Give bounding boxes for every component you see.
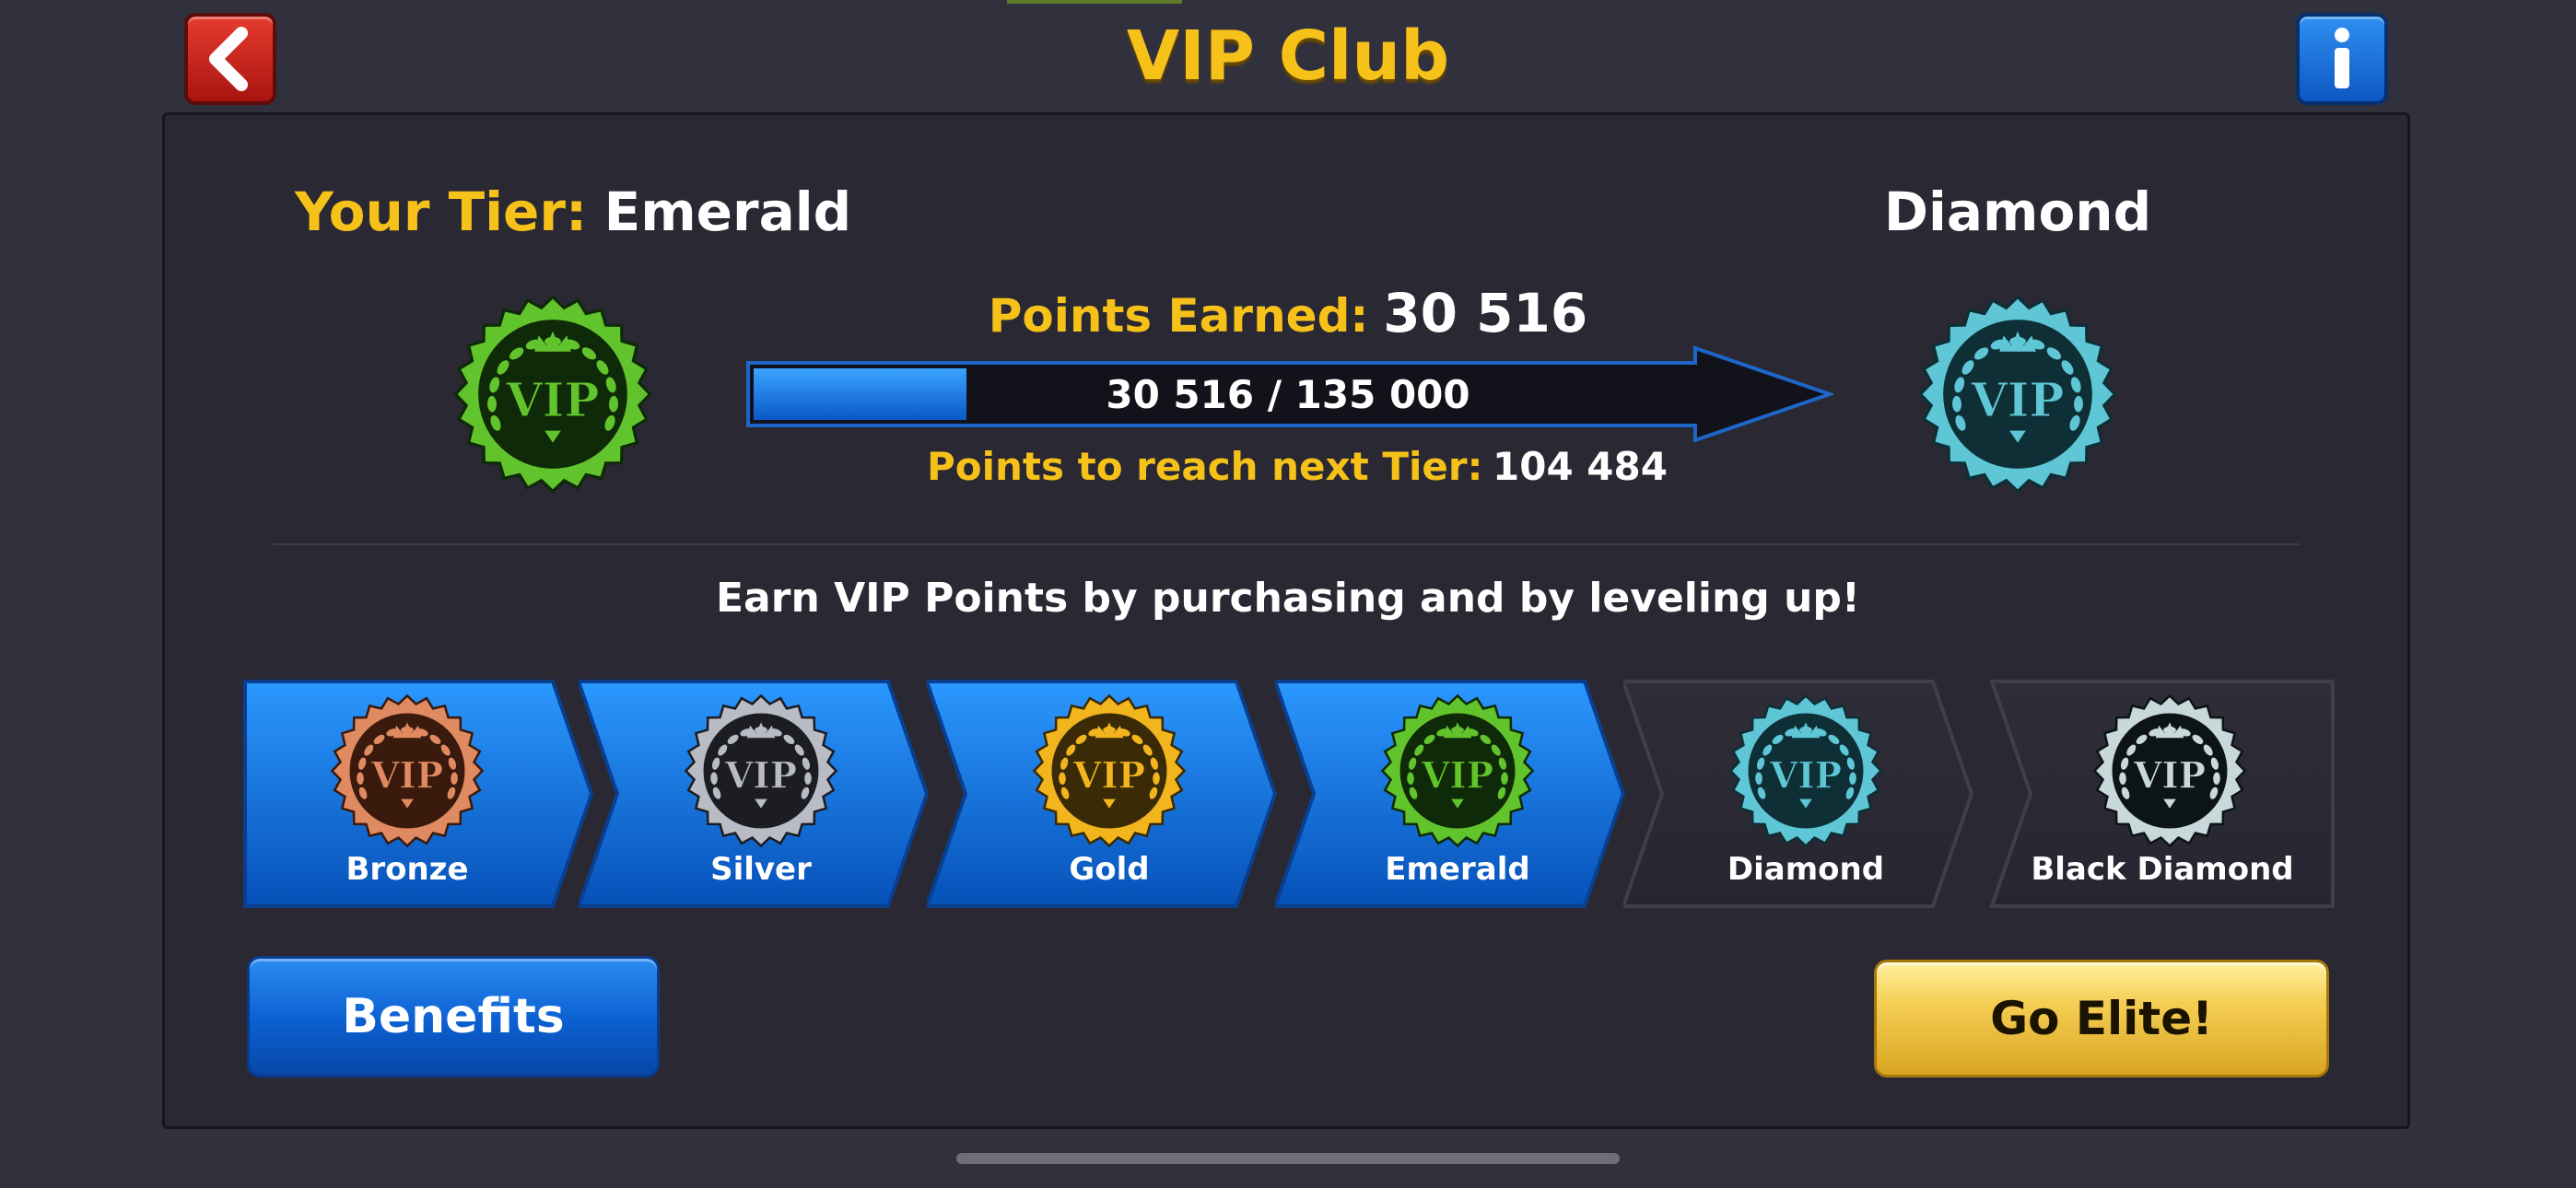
silver-vip-badge-icon: VIP	[684, 693, 838, 848]
svg-text:VIP: VIP	[506, 372, 600, 427]
next-tier-name: Diamond	[1883, 181, 2152, 243]
points-to-next-label: Points to reach next Tier:	[927, 444, 1483, 489]
your-tier-label: Your Tier:	[295, 181, 588, 243]
svg-text:VIP: VIP	[1072, 755, 1145, 798]
home-indicator	[956, 1153, 1620, 1164]
tier-diamond[interactable]: VIP Diamond	[1623, 680, 1992, 908]
tier-label: Gold	[1069, 851, 1150, 888]
svg-text:VIP: VIP	[1421, 755, 1493, 798]
tier-progression: VIP Bronze VIP Silver VIP Gold VIP Emera…	[243, 680, 2335, 908]
points-earned: Points Earned: 30 516	[921, 282, 1655, 344]
top-accent-line	[1007, 0, 1182, 4]
back-button[interactable]	[184, 13, 276, 105]
tier-gold[interactable]: VIP Gold	[927, 680, 1295, 908]
points-earned-label: Points Earned:	[988, 289, 1369, 343]
go-elite-button[interactable]: Go Elite!	[1874, 960, 2329, 1077]
svg-text:VIP: VIP	[724, 755, 797, 798]
tier-bronze[interactable]: VIP Bronze	[243, 680, 612, 908]
tier-label: Diamond	[1727, 851, 1885, 888]
diamond-vip-badge-icon: VIP	[1728, 693, 1883, 848]
tier-label: Silver	[710, 851, 812, 888]
gold-vip-badge-icon: VIP	[1032, 693, 1187, 848]
info-button[interactable]	[2296, 13, 2388, 105]
points-to-next-value: 104 484	[1493, 444, 1668, 489]
chevron-left-icon	[209, 27, 248, 91]
svg-text:VIP: VIP	[1769, 755, 1842, 798]
benefits-button[interactable]: Benefits	[247, 956, 660, 1077]
earn-points-hint: Earn VIP Points by purchasing and by lev…	[716, 575, 1860, 622]
bronze-vip-badge-icon: VIP	[330, 693, 485, 848]
tier-black-diamond[interactable]: VIP Black Diamond	[1972, 680, 2335, 908]
tier-silver[interactable]: VIP Silver	[579, 680, 947, 908]
tier-label: Black Diamond	[2031, 851, 2294, 888]
tier-emerald[interactable]: VIP Emerald	[1275, 680, 1644, 908]
vip-club-screen: VIP Club Your Tier: Emerald Diamond VIP …	[0, 0, 2576, 1188]
tier-label: Bronze	[345, 851, 469, 888]
emerald-vip-badge-icon: VIP	[451, 293, 654, 495]
page-title: VIP Club	[1126, 17, 1450, 96]
current-tier-heading: Your Tier: Emerald	[295, 181, 851, 243]
divider	[273, 543, 2300, 545]
diamond-vip-badge-icon: VIP	[1916, 293, 2119, 495]
svg-text:VIP: VIP	[2133, 755, 2206, 798]
points-earned-value: 30 516	[1383, 282, 1588, 344]
emerald-vip-badge-icon: VIP	[1380, 693, 1535, 848]
svg-text:VIP: VIP	[370, 755, 443, 798]
info-icon	[2335, 28, 2349, 88]
tier-label: Emerald	[1385, 851, 1530, 888]
progress-bar-text: 30 516 / 135 000	[1106, 372, 1470, 417]
current-tier-name: Emerald	[603, 181, 852, 243]
black-diamond-vip-badge-icon: VIP	[2092, 693, 2247, 848]
svg-text:VIP: VIP	[1971, 372, 2065, 427]
